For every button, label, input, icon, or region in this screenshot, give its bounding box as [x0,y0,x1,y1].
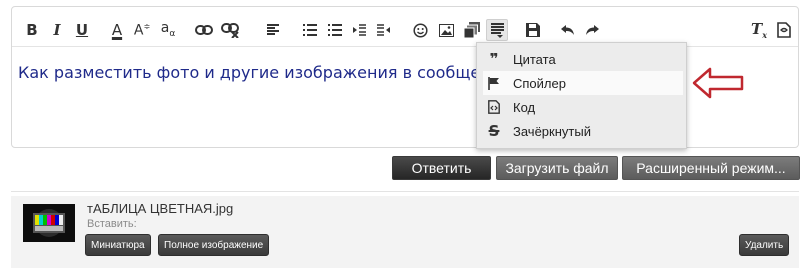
dropdown-item-code[interactable]: Код [483,95,683,119]
save-draft-icon[interactable] [522,19,544,41]
reply-button[interactable]: Ответить [392,156,491,180]
annotation-arrow-icon [692,66,744,105]
redo-icon[interactable] [581,19,603,41]
delete-attachment-button[interactable]: Удалить [739,234,790,256]
font-size-icon[interactable]: A≑ [131,19,153,41]
dropdown-item-quote[interactable]: ❞ Цитата [483,47,683,71]
attachment-item: тАБЛИЦА ЦВЕТНАЯ.jpg Вставить: Миниатюра … [11,196,799,268]
strikethrough-icon: S [488,122,500,140]
link-icon[interactable] [193,19,215,41]
dropdown-item-label: Цитата [513,51,556,67]
code-icon [483,100,505,114]
dropdown-item-label: Зачёркнутый [513,123,591,139]
bulleted-list-icon[interactable] [299,19,321,41]
italic-icon[interactable]: I [46,19,68,41]
toggle-bbcode-icon[interactable] [773,19,795,41]
dropdown-item-strikethrough[interactable]: S Зачёркнутый [483,119,683,143]
undo-icon[interactable] [556,19,578,41]
editor-toolbar: B I U A A≑ aα Tx [12,7,798,47]
insert-label: Вставить: [87,218,137,230]
editor-content[interactable]: Как разместить фото и другие изображения… [18,63,491,82]
insert-block-dropdown: ❞ Цитата Спойлер Код S Зачёркнутый [476,42,687,149]
unlink-icon[interactable] [219,19,241,41]
attachment-thumbnail[interactable] [23,204,75,242]
insert-block-icon[interactable] [486,19,508,41]
smiley-icon[interactable] [409,19,431,41]
divider [11,191,799,192]
dropdown-item-spoiler[interactable]: Спойлер [483,71,683,95]
advanced-mode-button[interactable]: Расширенный режим... [622,156,800,180]
underline-icon[interactable]: U [71,19,93,41]
flag-icon [483,76,505,90]
text-color-icon[interactable]: A [106,19,128,41]
font-family-icon[interactable]: aα [157,19,179,41]
quote-icon: ❞ [489,50,499,68]
media-icon[interactable] [461,19,483,41]
attachment-filename: тАБЛИЦА ЦВЕТНАЯ.jpg [87,201,234,216]
outdent-icon[interactable] [348,19,370,41]
numbered-list-icon[interactable] [324,19,346,41]
indent-icon[interactable] [373,19,395,41]
insert-full-image-button[interactable]: Полное изображение [158,234,270,256]
image-icon[interactable] [435,19,457,41]
bold-icon[interactable]: B [21,19,43,41]
align-icon[interactable] [263,19,285,41]
upload-file-button[interactable]: Загрузить файл [496,156,618,180]
insert-thumbnail-button[interactable]: Миниатюра [85,234,151,256]
remove-format-icon[interactable]: Tx [748,19,770,41]
dropdown-item-label: Код [513,99,536,115]
dropdown-item-label: Спойлер [513,75,566,91]
